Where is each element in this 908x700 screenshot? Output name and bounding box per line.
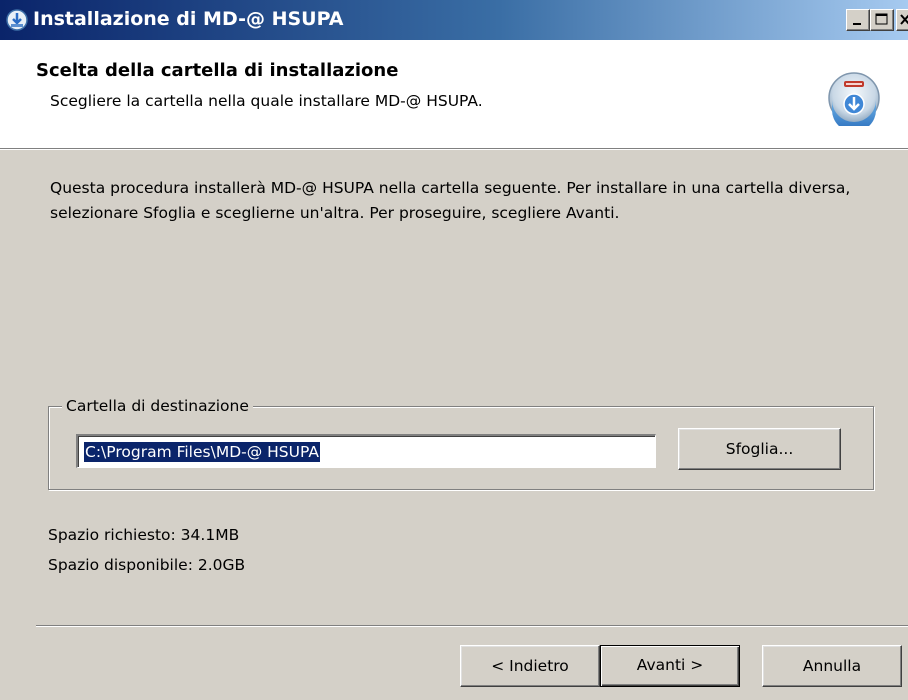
wizard-header: Scelta della cartella di installazione S…	[0, 40, 908, 148]
title-bar[interactable]: Installazione di MD-@ HSUPA	[0, 0, 908, 40]
header-divider	[0, 148, 908, 150]
window-title: Installazione di MD-@ HSUPA	[33, 8, 344, 30]
app-icon	[6, 9, 28, 31]
footer-divider	[36, 625, 908, 627]
minimize-button[interactable]	[846, 9, 870, 31]
destination-group-label: Cartella di destinazione	[62, 395, 253, 417]
space-required-text: Spazio richiesto: 34.1MB	[48, 526, 240, 544]
minimize-icon	[853, 23, 861, 25]
destination-path-value: C:\Program Files\MD-@ HSUPA	[84, 442, 320, 462]
instructions-text: Questa procedura installerà MD-@ HSUPA n…	[50, 179, 851, 222]
cancel-button[interactable]: Annulla	[762, 645, 902, 687]
close-button[interactable]	[896, 9, 908, 31]
back-button[interactable]: < Indietro	[460, 645, 600, 687]
maximize-button[interactable]	[870, 9, 894, 31]
installer-window: Installazione di MD-@ HSUPA Scelta della…	[0, 0, 908, 700]
page-subtitle: Scegliere la cartella nella quale instal…	[50, 92, 483, 110]
page-title: Scelta della cartella di installazione	[36, 60, 399, 81]
space-available-text: Spazio disponibile: 2.0GB	[48, 556, 246, 574]
browse-button[interactable]: Sfoglia...	[678, 428, 841, 470]
close-icon	[900, 14, 908, 25]
maximize-icon	[875, 13, 888, 25]
next-button[interactable]: Avanti >	[600, 645, 740, 687]
installer-disc-icon	[828, 72, 880, 126]
destination-path-input[interactable]: C:\Program Files\MD-@ HSUPA	[76, 434, 656, 468]
